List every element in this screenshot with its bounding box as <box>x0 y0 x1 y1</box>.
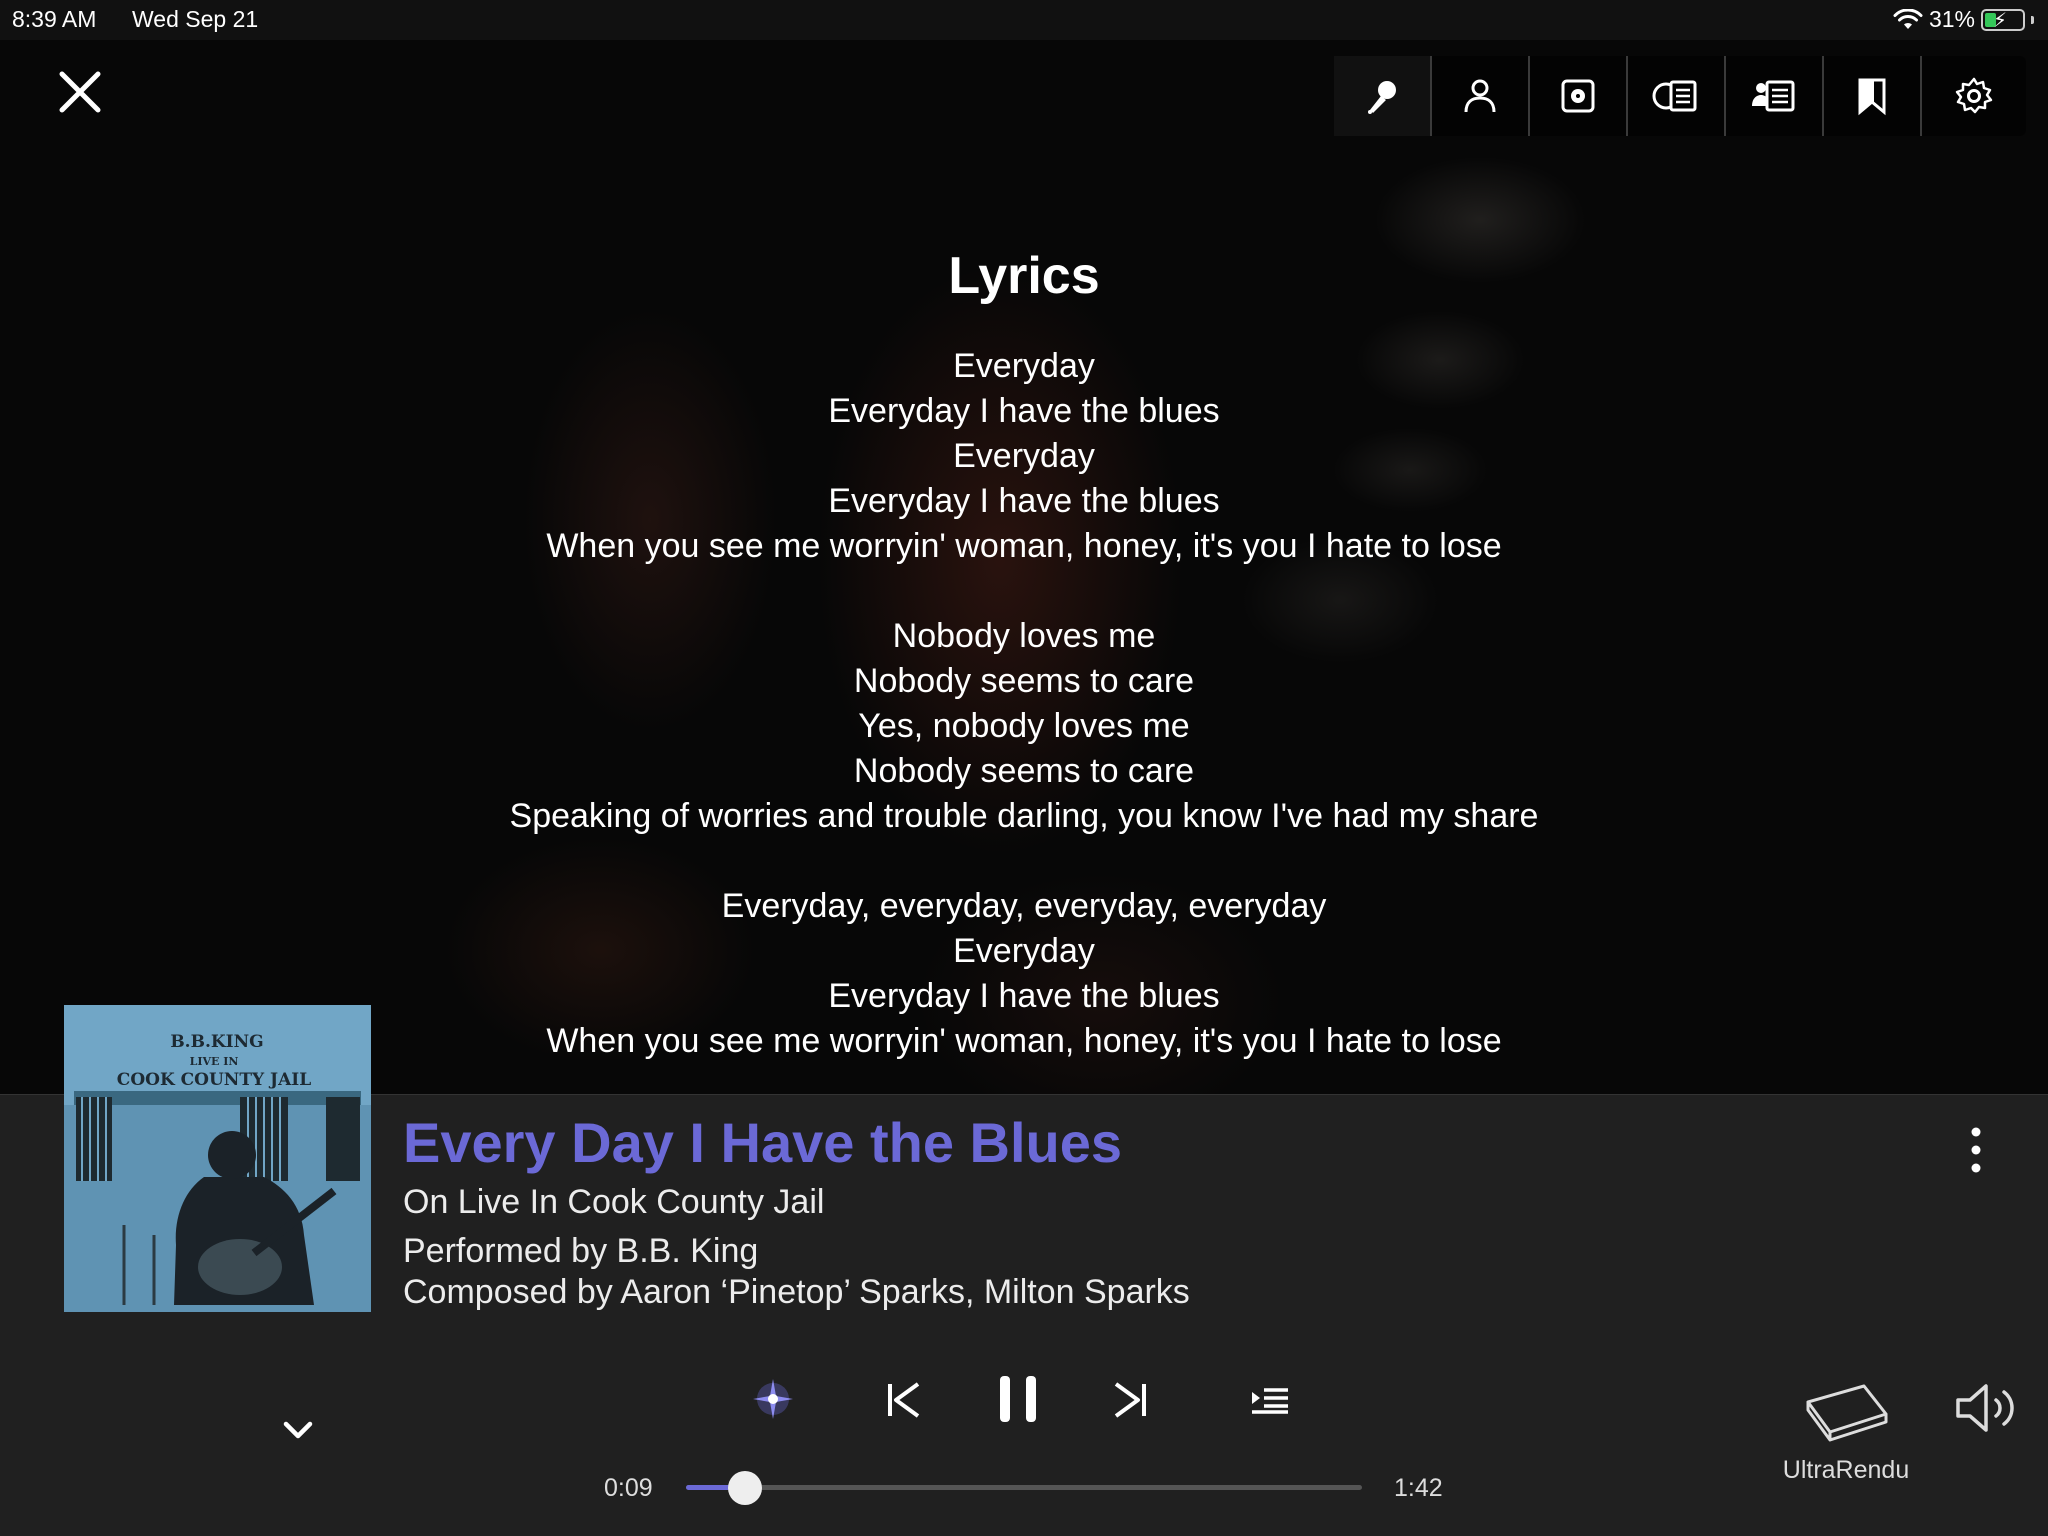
tab-album[interactable] <box>1530 56 1628 136</box>
time-total: 1:42 <box>1394 1474 1443 1502</box>
lyrics-line: Everyday <box>953 932 1095 970</box>
close-button[interactable] <box>56 68 104 116</box>
lyrics-line: Everyday <box>953 347 1095 385</box>
lyrics-line: Nobody seems to care <box>853 752 1195 790</box>
status-date: Wed Sep 21 <box>132 6 259 32</box>
status-time: 8:39 AM <box>12 6 97 32</box>
battery-cap <box>2031 15 2034 24</box>
composer-link[interactable]: Composed by Aaron ‘Pinetop’ Sparks, Milt… <box>403 1273 1190 1312</box>
lyrics-line: Yes, nobody loves me <box>858 707 1190 745</box>
artist-icon <box>1464 79 1496 113</box>
pause-button[interactable] <box>994 1372 1042 1426</box>
battery-percent: 31% <box>1928 6 1975 32</box>
album-art[interactable]: B.B.KING LIVE IN COOK COUNTY JAIL <box>64 1005 371 1312</box>
album-icon <box>1561 79 1595 113</box>
album-art-subtitle: LIVE IN <box>190 1055 239 1068</box>
pause-icon <box>1000 1376 1036 1422</box>
lyrics-line: Everyday <box>953 437 1095 475</box>
lyrics-text: Everyday Everyday I have the blues Everyda… <box>0 344 2048 1064</box>
queue-icon <box>1252 1388 1288 1414</box>
performer-link[interactable]: Performed by B.B. King <box>403 1232 758 1271</box>
lyrics-line: Speaking of worries and trouble darling,… <box>509 797 1539 835</box>
previous-button[interactable] <box>884 1378 924 1422</box>
zone-name[interactable]: UltraRendu <box>1760 1456 1932 1485</box>
radio-button[interactable] <box>748 1374 798 1424</box>
tab-lyrics[interactable] <box>1334 56 1432 136</box>
tab-album-credits[interactable] <box>1628 56 1726 136</box>
skip-previous-icon <box>888 1382 920 1418</box>
album-link[interactable]: On Live In Cook County Jail <box>403 1183 824 1222</box>
charging-bolt-icon: ⚡ <box>1993 9 2008 32</box>
zone-button[interactable] <box>1800 1376 1892 1446</box>
next-button[interactable] <box>1110 1378 1150 1422</box>
lyrics-stanza-break <box>0 839 2048 884</box>
chevron-down-icon <box>283 1421 313 1439</box>
volume-icon <box>1956 1384 2014 1432</box>
volume-button[interactable] <box>1954 1380 2020 1436</box>
track-title[interactable]: Every Day I Have the Blues <box>403 1110 1122 1175</box>
bookmark-icon <box>1858 78 1886 116</box>
album-credits-icon <box>1652 80 1697 112</box>
radio-sparkle-icon <box>753 1379 793 1419</box>
lyrics-line: Everyday, everyday, everyday, everyday <box>721 887 1327 925</box>
lyrics-line: Everyday I have the blues <box>828 392 1220 430</box>
lyrics-line: Nobody loves me <box>892 617 1156 655</box>
album-art-image: B.B.KING LIVE IN COOK COUNTY JAIL <box>64 1005 371 1312</box>
wifi-icon <box>1893 8 1923 29</box>
seek-bar[interactable] <box>686 1471 1362 1505</box>
album-art-title: COOK COUNTY JAIL <box>117 1070 311 1090</box>
lyrics-title: Lyrics <box>948 247 1100 305</box>
album-art-artist: B.B.KING <box>170 1032 263 1052</box>
tab-track-credits[interactable] <box>1726 56 1824 136</box>
lyrics-line: Nobody seems to care <box>853 662 1195 700</box>
skip-next-icon <box>1114 1382 1146 1418</box>
lyrics-stanza-break <box>0 569 2048 614</box>
lyrics-line: Everyday I have the blues <box>828 482 1220 520</box>
status-bar: 8:39 AM Wed Sep 21 31% ⚡ <box>0 0 2048 40</box>
now-playing-screen: 8:39 AM Wed Sep 21 31% ⚡ Lyrics Everyday… <box>0 0 2048 1536</box>
tab-artist[interactable] <box>1432 56 1530 136</box>
collapse-button[interactable] <box>280 1416 316 1446</box>
lyrics-icon <box>1368 81 1396 114</box>
lyrics-line: When you see me worryin' woman, honey, i… <box>546 527 1502 565</box>
more-vertical-icon <box>1971 1127 1981 1173</box>
streamer-device-icon <box>1806 1384 1888 1442</box>
time-elapsed: 0:09 <box>604 1474 653 1502</box>
status-right: 31% ⚡ <box>1893 6 2034 33</box>
battery-icon: ⚡ <box>1981 8 2025 32</box>
more-options-button[interactable] <box>1960 1124 1992 1178</box>
track-credits-icon <box>1752 80 1795 112</box>
settings-button[interactable] <box>1922 56 2026 136</box>
close-icon <box>59 71 101 113</box>
info-toolbar <box>1334 56 2026 136</box>
queue-button[interactable] <box>1248 1380 1292 1420</box>
tab-bookmark[interactable] <box>1824 56 1922 136</box>
settings-icon <box>1955 77 1993 114</box>
